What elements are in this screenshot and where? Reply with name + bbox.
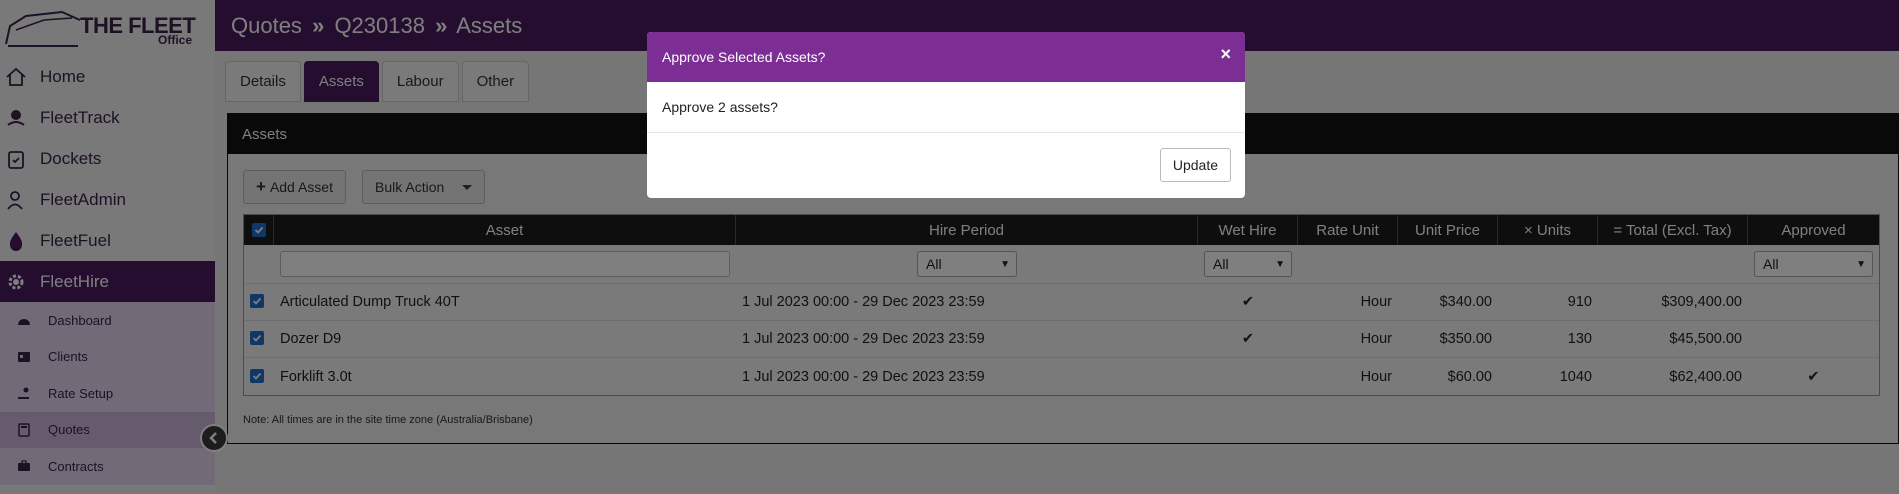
modal-message: Approve 2 assets? — [647, 82, 1245, 133]
approve-assets-modal: Approve Selected Assets? × Approve 2 ass… — [647, 32, 1245, 198]
modal-title: Approve Selected Assets? — [662, 49, 826, 65]
modal-header: Approve Selected Assets? × — [647, 32, 1245, 82]
close-icon[interactable]: × — [1220, 44, 1231, 65]
update-button[interactable]: Update — [1159, 148, 1231, 182]
modal-footer: Update — [647, 133, 1245, 198]
